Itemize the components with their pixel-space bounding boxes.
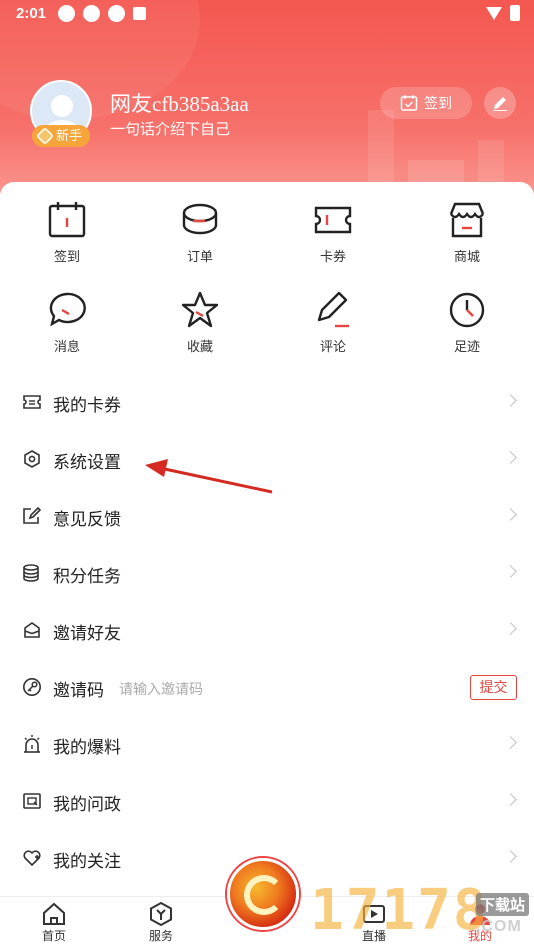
status-bar: 2:01 <box>0 0 534 28</box>
grid-item-checkin[interactable]: 签到 <box>27 200 107 265</box>
submit-invite-code-button[interactable]: 提交 <box>470 675 517 700</box>
menu-label: 意见反馈 <box>53 510 121 529</box>
level-badge-label: 新手 <box>56 128 83 143</box>
menu-label: 邀请好友 <box>53 624 121 643</box>
watermark-swirl <box>244 875 284 915</box>
clock-icon <box>449 292 485 328</box>
chevron-right-icon <box>504 451 517 464</box>
menu-label: 我的问政 <box>53 795 121 814</box>
menu-item-invite-friends[interactable]: 邀请好友 <box>0 602 534 659</box>
menu-label: 邀请码 <box>53 681 104 700</box>
checkin-button[interactable]: 签到 <box>380 87 472 119</box>
battery-icon <box>510 5 520 21</box>
menu-item-my-tips[interactable]: 我的爆料 <box>0 716 534 773</box>
chevron-right-icon <box>504 736 517 749</box>
nav-home[interactable]: 首页 <box>24 899 84 944</box>
grid-label: 订单 <box>186 249 213 264</box>
grid-item-messages[interactable]: 消息 <box>27 290 107 355</box>
level-badge: 新手 <box>32 125 91 147</box>
grid-label: 收藏 <box>186 339 213 354</box>
order-icon <box>182 203 218 235</box>
grid-item-comments[interactable]: 评论 <box>293 290 373 355</box>
menu-label: 我的爆料 <box>53 738 121 757</box>
pen-icon <box>317 291 349 328</box>
badge-icon <box>35 126 55 146</box>
menu-label: 我的卡券 <box>53 396 121 415</box>
chevron-right-icon <box>504 508 517 521</box>
grid-label: 消息 <box>53 339 80 354</box>
ticket-icon <box>23 395 41 409</box>
chevron-right-icon <box>504 394 517 407</box>
chevron-right-icon <box>504 565 517 578</box>
menu-label: 我的关注 <box>53 852 121 871</box>
shop-icon <box>449 202 485 238</box>
grid-label: 足迹 <box>453 339 480 354</box>
annotation-arrow <box>145 459 273 494</box>
key-icon <box>23 678 41 696</box>
user-bio[interactable]: 一句话介绍下自己 <box>110 118 230 139</box>
coins-icon <box>23 564 39 582</box>
watermark-text: 17178 <box>310 878 489 943</box>
grid-item-coupons[interactable]: 卡券 <box>293 200 373 265</box>
calendar-icon <box>48 202 86 238</box>
question-icon <box>23 793 41 809</box>
menu-item-my-coupons[interactable]: 我的卡券 <box>0 374 534 431</box>
status-time: 2:01 <box>16 5 47 22</box>
home-icon <box>43 902 65 925</box>
invite-code-input[interactable]: 请输入邀请码 <box>119 679 203 699</box>
service-icon <box>150 901 172 927</box>
heart-icon <box>23 850 41 866</box>
watermark-domain: .COM <box>476 918 522 935</box>
chevron-right-icon <box>504 793 517 806</box>
watermark-logo <box>227 858 299 930</box>
watermark-site: 下载站 <box>476 893 530 916</box>
edit-icon <box>493 97 507 111</box>
grid-label: 卡券 <box>319 249 346 264</box>
app-notification-icon <box>133 7 146 20</box>
alarm-icon <box>24 735 40 753</box>
grid-item-favorites[interactable]: 收藏 <box>160 290 240 355</box>
nav-label: 服务 <box>148 929 173 943</box>
settings-icon <box>24 450 40 468</box>
message-icon <box>49 292 86 327</box>
grid-label: 评论 <box>319 339 346 354</box>
calendar-check-icon <box>400 95 418 111</box>
app-notification-icon <box>83 5 100 22</box>
feedback-icon <box>23 506 42 524</box>
app-notification-icon <box>58 5 75 22</box>
grid-item-orders[interactable]: 订单 <box>160 200 240 265</box>
menu-label: 系统设置 <box>53 453 121 472</box>
invite-icon <box>24 622 40 638</box>
grid-item-history[interactable]: 足迹 <box>427 290 507 355</box>
notification-icons <box>58 5 146 22</box>
grid-label: 商城 <box>453 249 480 264</box>
avatar-head <box>51 95 73 117</box>
ticket-icon <box>314 206 352 234</box>
nav-label: 首页 <box>41 929 66 943</box>
wifi-icon <box>486 6 502 20</box>
menu-label: 积分任务 <box>53 567 121 586</box>
checkin-label: 签到 <box>424 95 452 111</box>
app-notification-icon <box>108 5 125 22</box>
star-icon <box>181 291 219 328</box>
menu-item-invite-code: 邀请码 请输入邀请码 提交 <box>0 659 534 716</box>
chevron-right-icon <box>504 850 517 863</box>
grid-item-shop[interactable]: 商城 <box>427 200 507 265</box>
chevron-right-icon <box>504 622 517 635</box>
username[interactable]: 网友cfb385a3aa <box>110 88 249 118</box>
menu-item-points-tasks[interactable]: 积分任务 <box>0 545 534 602</box>
grid-label: 签到 <box>53 249 80 264</box>
menu-item-my-inquiries[interactable]: 我的问政 <box>0 773 534 830</box>
edit-profile-button[interactable] <box>484 87 516 119</box>
content-card: 签到 订单 卡券 商城 消息 收藏 评论 足迹 我的卡券 系统设置 意见反馈 积… <box>0 182 534 902</box>
nav-service[interactable]: 服务 <box>131 899 191 944</box>
